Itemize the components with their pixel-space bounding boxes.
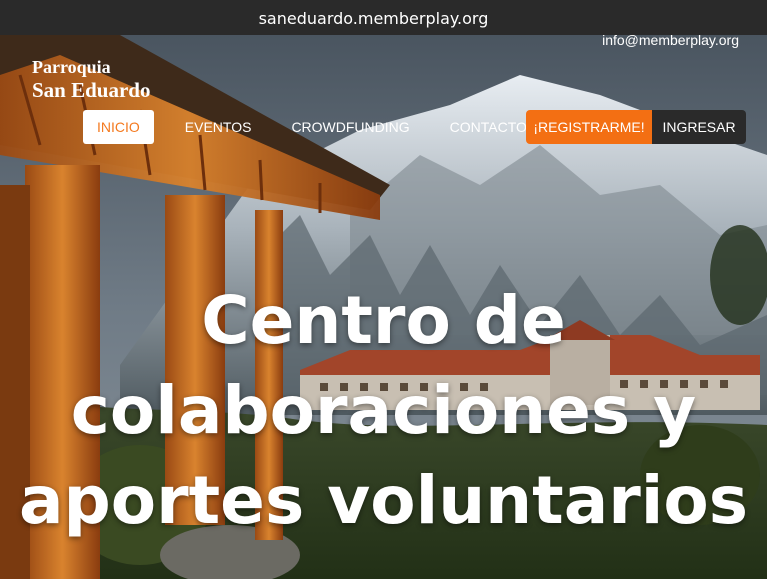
register-button[interactable]: ¡REGISTRARME! xyxy=(526,110,652,144)
nav-item-crowdfunding[interactable]: CROWDFUNDING xyxy=(271,110,429,144)
main-nav: INICIO EVENTOS CROWDFUNDING CONTACTO xyxy=(83,110,547,144)
logo-line-1: Parroquia xyxy=(32,57,111,77)
hero-headline: Centro de colaboraciones y aportes volun… xyxy=(0,276,767,546)
headline-line-1: Centro de xyxy=(201,282,566,359)
nav-item-inicio[interactable]: INICIO xyxy=(83,110,154,144)
headline-line-2: colaboraciones y xyxy=(70,372,697,449)
contact-email[interactable]: info@memberplay.org xyxy=(602,32,739,48)
login-button[interactable]: INGRESAR xyxy=(652,110,746,144)
headline-line-3: aportes voluntarios xyxy=(18,462,749,539)
nav-item-eventos[interactable]: EVENTOS xyxy=(165,110,272,144)
url-bar: saneduardo.memberplay.org xyxy=(0,0,767,35)
url-text: saneduardo.memberplay.org xyxy=(258,9,489,28)
site-logo[interactable]: Parroquia San Eduardo xyxy=(32,56,150,102)
logo-line-2: San Eduardo xyxy=(32,78,151,102)
